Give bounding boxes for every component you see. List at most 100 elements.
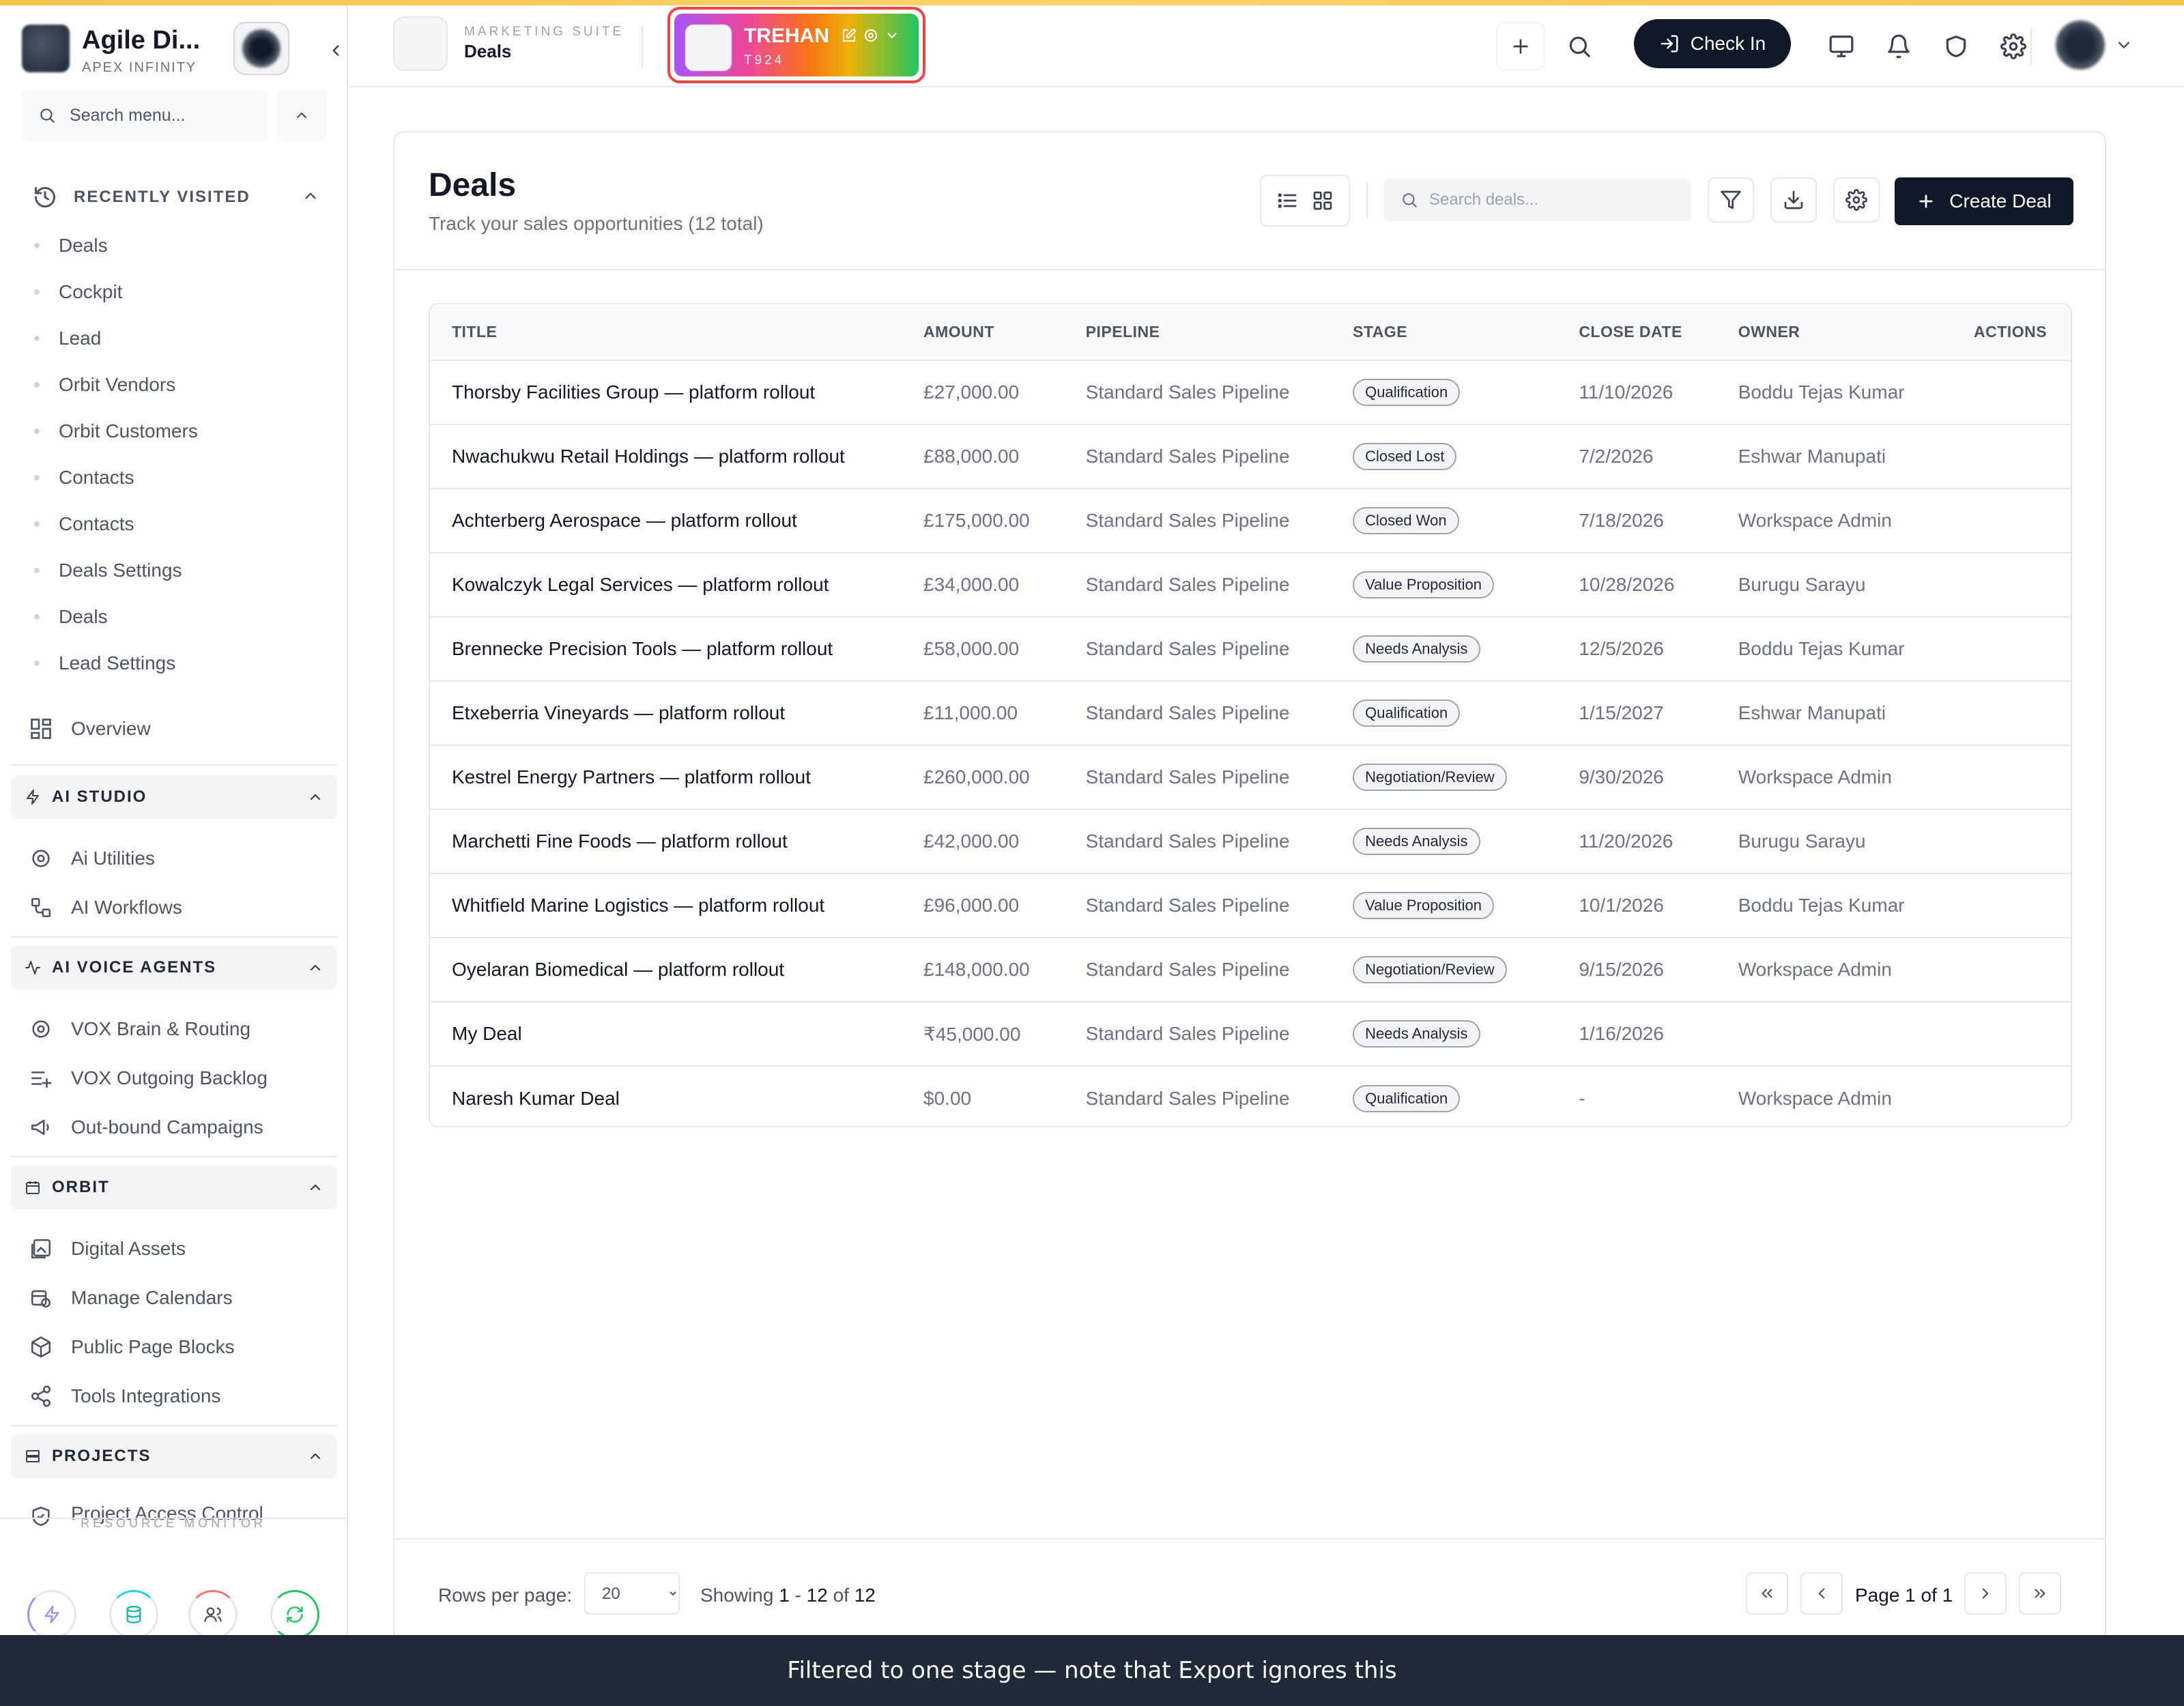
sidebar-item-ai-workflows[interactable]: AI Workflows bbox=[27, 887, 321, 928]
deal-title[interactable]: My Deal bbox=[430, 1002, 902, 1066]
deal-title[interactable]: Whitfield Marine Logistics — platform ro… bbox=[430, 873, 902, 938]
notifications-button[interactable] bbox=[1878, 26, 1919, 67]
table-row[interactable]: Oyelaran Biomedical — platform rollout £1… bbox=[430, 938, 2071, 1002]
recent-item[interactable]: Cockpit bbox=[34, 269, 321, 315]
deal-actions[interactable] bbox=[1952, 617, 2071, 681]
table-settings-button[interactable] bbox=[1833, 177, 1880, 222]
table-row[interactable]: Kestrel Energy Partners — platform rollo… bbox=[430, 745, 2071, 809]
sidebar-item-outbound-campaigns[interactable]: Out-bound Campaigns bbox=[27, 1107, 321, 1148]
section-orbit[interactable]: ORBIT bbox=[11, 1166, 337, 1209]
table-row[interactable]: My Deal ₹45,000.00 Standard Sales Pipeline… bbox=[430, 1002, 2071, 1066]
menu-collapse-all-button[interactable] bbox=[277, 89, 326, 142]
chevron-down-icon[interactable] bbox=[2114, 35, 2133, 55]
deal-actions[interactable] bbox=[1952, 553, 2071, 617]
column-header-stage[interactable]: STAGE bbox=[1331, 304, 1557, 360]
next-page-button[interactable] bbox=[1964, 1572, 2007, 1615]
cpu-monitor[interactable] bbox=[27, 1590, 76, 1635]
deal-actions[interactable] bbox=[1952, 1002, 2071, 1066]
deal-actions[interactable] bbox=[1952, 809, 2071, 873]
sidebar-item-overview[interactable]: Overview bbox=[27, 708, 321, 749]
column-header-close-date[interactable]: CLOSE DATE bbox=[1557, 304, 1716, 360]
deal-actions[interactable] bbox=[1952, 745, 2071, 809]
deal-title[interactable]: Naresh Kumar Deal bbox=[430, 1066, 902, 1126]
deal-actions[interactable] bbox=[1952, 938, 2071, 1002]
sidebar-item-vox-backlog[interactable]: VOX Outgoing Backlog bbox=[27, 1058, 321, 1099]
table-row[interactable]: Whitfield Marine Logistics — platform ro… bbox=[430, 873, 2071, 938]
gear-icon[interactable] bbox=[863, 27, 879, 44]
table-row[interactable]: Etxeberria Vineyards — platform rollout £… bbox=[430, 681, 2071, 745]
global-search-button[interactable] bbox=[1559, 26, 1600, 67]
rows-per-page-select[interactable]: 20 bbox=[584, 1572, 680, 1615]
workspace-avatar[interactable] bbox=[233, 22, 289, 75]
deal-search-input[interactable] bbox=[1429, 187, 1675, 213]
recent-item[interactable]: Deals Settings bbox=[34, 547, 321, 594]
sidebar-item-public-page-blocks[interactable]: Public Page Blocks bbox=[27, 1327, 321, 1368]
settings-button[interactable] bbox=[1993, 26, 2034, 67]
recent-item[interactable]: Contacts bbox=[34, 454, 321, 501]
column-header-owner[interactable]: OWNER bbox=[1716, 304, 1952, 360]
sidebar-item-digital-assets[interactable]: Digital Assets bbox=[27, 1228, 321, 1269]
deal-actions[interactable] bbox=[1952, 424, 2071, 489]
deal-title[interactable]: Etxeberria Vineyards — platform rollout bbox=[430, 681, 902, 745]
deal-title[interactable]: Kestrel Energy Partners — platform rollo… bbox=[430, 745, 902, 809]
deal-actions[interactable] bbox=[1952, 1066, 2071, 1126]
deal-actions[interactable] bbox=[1952, 360, 2071, 424]
deal-title[interactable]: Nwachukwu Retail Holdings — platform rol… bbox=[430, 424, 902, 489]
deal-title[interactable]: Achterberg Aerospace — platform rollout bbox=[430, 489, 902, 553]
deal-title[interactable]: Kowalczyk Legal Services — platform roll… bbox=[430, 553, 902, 617]
create-deal-button[interactable]: Create Deal bbox=[1895, 177, 2073, 225]
table-row[interactable]: Kowalczyk Legal Services — platform roll… bbox=[430, 553, 2071, 617]
deal-title[interactable]: Oyelaran Biomedical — platform rollout bbox=[430, 938, 902, 1002]
menu-search-input[interactable] bbox=[70, 102, 254, 128]
sidebar-item-manage-calendars[interactable]: Manage Calendars bbox=[27, 1277, 321, 1318]
grid-view-icon[interactable] bbox=[1312, 190, 1334, 212]
table-row[interactable]: Thorsby Facilities Group — platform roll… bbox=[430, 360, 2071, 424]
deal-actions[interactable] bbox=[1952, 873, 2071, 938]
column-header-amount[interactable]: AMOUNT bbox=[902, 304, 1064, 360]
chevron-down-icon[interactable] bbox=[885, 28, 900, 43]
last-page-button[interactable] bbox=[2019, 1572, 2061, 1615]
deal-title[interactable]: Thorsby Facilities Group — platform roll… bbox=[430, 360, 902, 424]
monitor-button[interactable] bbox=[1821, 26, 1862, 67]
section-projects[interactable]: PROJECTS bbox=[11, 1434, 337, 1478]
recent-item[interactable]: Deals bbox=[34, 222, 321, 269]
database-monitor[interactable] bbox=[109, 1590, 158, 1635]
column-header-title[interactable]: TITLE bbox=[430, 304, 902, 360]
deal-title[interactable]: Marchetti Fine Foods — platform rollout bbox=[430, 809, 902, 873]
recent-item[interactable]: Lead bbox=[34, 315, 321, 362]
table-row[interactable]: Nwachukwu Retail Holdings — platform rol… bbox=[430, 424, 2071, 489]
collapse-sidebar-button[interactable] bbox=[322, 37, 347, 64]
add-button[interactable] bbox=[1496, 22, 1545, 71]
tenant-switcher[interactable]: TREHAN T924 bbox=[667, 7, 925, 83]
deal-actions[interactable] bbox=[1952, 681, 2071, 745]
check-in-button[interactable]: Check In bbox=[1634, 19, 1791, 68]
table-row[interactable]: Achterberg Aerospace — platform rollout £… bbox=[430, 489, 2071, 553]
sidebar-item-tools-integrations[interactable]: Tools Integrations bbox=[27, 1376, 321, 1417]
sidebar-item-ai-utilities[interactable]: Ai Utilities bbox=[27, 838, 321, 879]
column-header-pipeline[interactable]: PIPELINE bbox=[1064, 304, 1331, 360]
user-avatar[interactable] bbox=[2056, 20, 2105, 70]
users-monitor[interactable] bbox=[188, 1590, 238, 1635]
section-ai-studio[interactable]: AI STUDIO bbox=[11, 775, 337, 819]
section-ai-voice-agents[interactable]: AI VOICE AGENTS bbox=[11, 946, 337, 989]
list-view-icon[interactable] bbox=[1276, 190, 1298, 212]
previous-page-button[interactable] bbox=[1800, 1572, 1843, 1615]
deal-actions[interactable] bbox=[1952, 489, 2071, 553]
recent-item[interactable]: Lead Settings bbox=[34, 640, 321, 686]
recent-item[interactable]: Deals bbox=[34, 594, 321, 640]
recently-visited-header[interactable]: RECENTLY VISITED bbox=[33, 180, 319, 214]
first-page-button[interactable] bbox=[1746, 1572, 1788, 1615]
recent-item[interactable]: Orbit Vendors bbox=[34, 362, 321, 408]
security-button[interactable] bbox=[1936, 26, 1977, 67]
recent-item[interactable]: Orbit Customers bbox=[34, 408, 321, 454]
filter-button[interactable] bbox=[1708, 177, 1754, 222]
deal-title[interactable]: Brennecke Precision Tools — platform rol… bbox=[430, 617, 902, 681]
table-row[interactable]: Marchetti Fine Foods — platform rollout £… bbox=[430, 809, 2071, 873]
sidebar-item-vox-brain[interactable]: VOX Brain & Routing bbox=[27, 1009, 321, 1050]
table-row[interactable]: Brennecke Precision Tools — platform rol… bbox=[430, 617, 2071, 681]
sync-monitor[interactable] bbox=[270, 1590, 319, 1635]
table-row[interactable]: Naresh Kumar Deal $0.00 Standard Sales Pip… bbox=[430, 1066, 2071, 1126]
export-button[interactable] bbox=[1770, 177, 1817, 222]
edit-icon[interactable] bbox=[841, 27, 857, 44]
recent-item[interactable]: Contacts bbox=[34, 501, 321, 547]
